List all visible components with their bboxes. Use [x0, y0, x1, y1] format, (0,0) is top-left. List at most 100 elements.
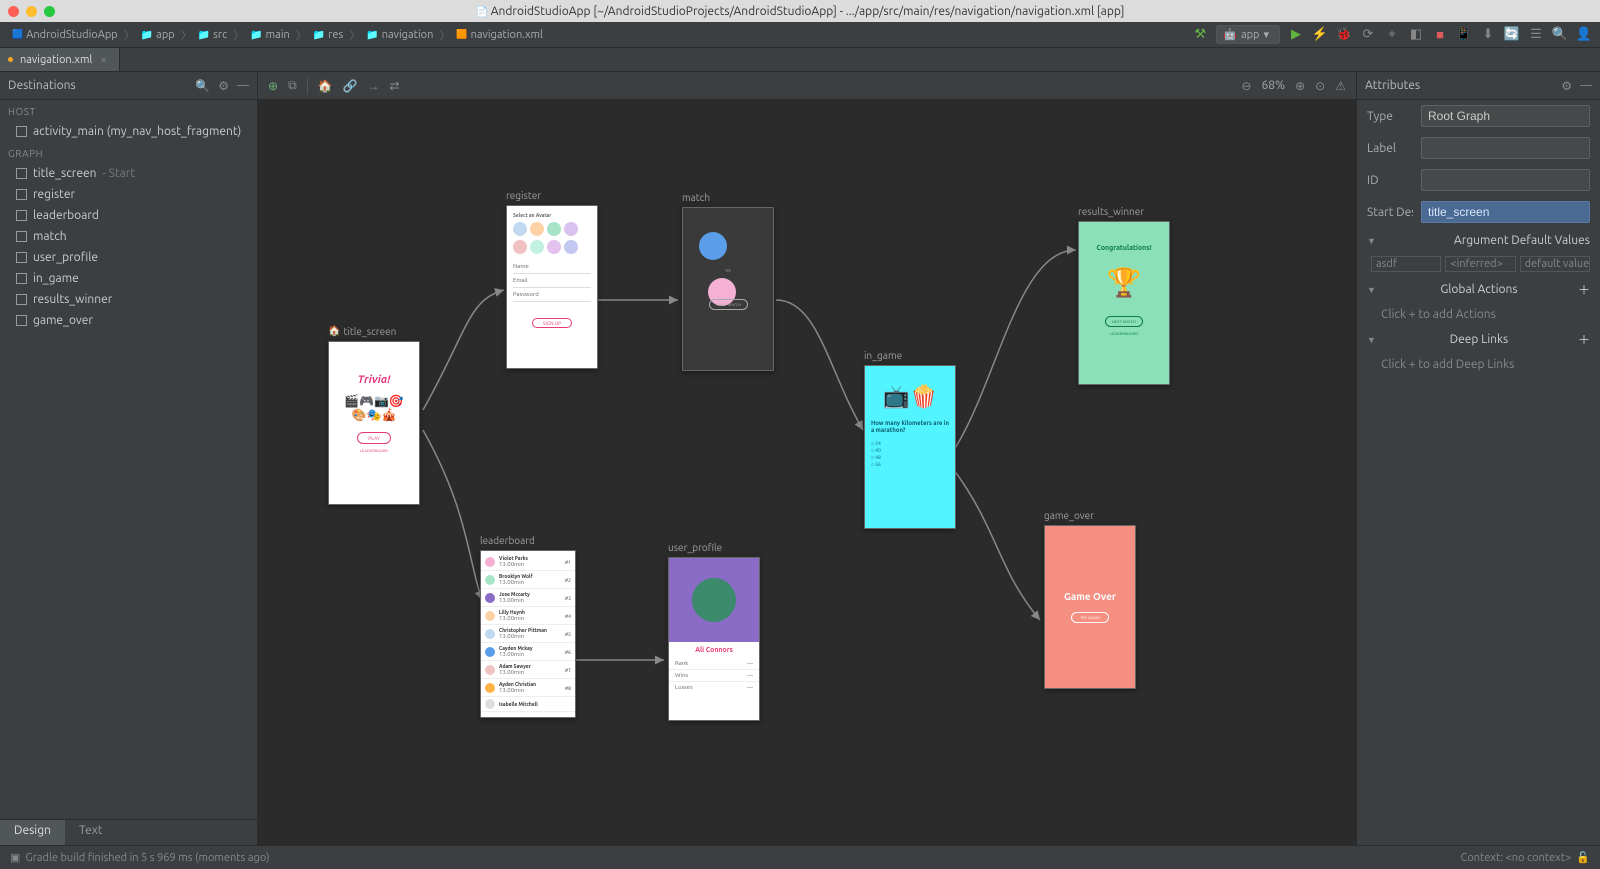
fragment-icon [16, 252, 27, 263]
minimize-panel-icon[interactable]: — [1580, 79, 1592, 93]
minimize-panel-icon[interactable]: — [237, 79, 249, 93]
debug-icon[interactable]: 🐞 [1336, 27, 1352, 43]
gear-icon[interactable]: ⚙ [218, 79, 229, 93]
add-icon[interactable]: ＋ [1578, 281, 1590, 298]
fragment-icon [16, 315, 27, 326]
run-icon[interactable]: ▶ [1288, 27, 1304, 43]
dest-leaderboard[interactable]: leaderboard [0, 205, 257, 226]
section-adv[interactable]: Argument Default Values [1357, 228, 1600, 253]
dest-user-profile[interactable]: user_profile [0, 247, 257, 268]
status-bar: ▣ Gradle build finished in 5 s 969 ms (m… [0, 845, 1600, 869]
close-tab-icon[interactable]: × [100, 54, 106, 66]
attr-start-select[interactable] [1421, 201, 1590, 223]
zoom-level: 68% [1261, 79, 1285, 92]
attr-label-input[interactable] [1421, 137, 1590, 159]
fragment-icon [16, 231, 27, 242]
editor-mode-tabs: Design Text [0, 819, 258, 845]
tab-design[interactable]: Design [0, 820, 65, 845]
deep-links-hint: Click + to add Deep Links [1357, 354, 1600, 375]
graph-section-label: GRAPH [0, 142, 257, 163]
panel-title: Attributes [1365, 79, 1420, 92]
crumb-res[interactable]: res [309, 27, 347, 43]
fit-icon[interactable]: ⊙ [1315, 79, 1325, 93]
arrow-icon[interactable]: → [368, 79, 380, 93]
context-info: Context: <no context> [1461, 852, 1572, 864]
tool-window-icon[interactable]: ▣ [10, 852, 20, 864]
panel-title: Destinations [8, 79, 76, 92]
global-actions-hint: Click + to add Actions [1357, 304, 1600, 325]
auto-arrange-icon[interactable]: ⇄ [390, 79, 400, 93]
crumb-app[interactable]: app [137, 27, 179, 43]
add-destination-icon[interactable]: ⊕ [268, 79, 278, 93]
attach-icon[interactable]: ⌖ [1384, 27, 1400, 43]
fragment-icon [16, 189, 27, 200]
tab-text[interactable]: Text [65, 820, 117, 845]
search-icon[interactable]: 🔍 [195, 79, 210, 93]
node-game-over[interactable]: game_over Game Over TRY AGAIN [1044, 510, 1136, 689]
sdk-icon[interactable]: ⬇ [1480, 27, 1496, 43]
node-match[interactable]: match vs START MATCH [682, 192, 774, 371]
warning-icon[interactable]: ⚠ [1335, 79, 1346, 93]
host-item[interactable]: activity_main (my_nav_host_fragment) [0, 121, 257, 142]
avd-icon[interactable]: 📱 [1456, 27, 1472, 43]
crumb-src[interactable]: src [194, 27, 232, 43]
crumb-project[interactable]: AndroidStudioApp [8, 27, 122, 43]
crumb-file[interactable]: navigation.xml [452, 27, 547, 43]
lock-icon[interactable]: 🔓 [1576, 852, 1590, 864]
attr-label-label: Label [1367, 142, 1413, 155]
node-in-game[interactable]: in_game 📺🍿 How many kilometers are in a … [864, 350, 956, 529]
link-icon[interactable]: 🔗 [343, 79, 358, 93]
dest-game-over[interactable]: game_over [0, 310, 257, 331]
canvas[interactable]: 🏠title_screen Trivia! 🎬🎮📷🎯🎨🎭🎪 PLAY LEADE… [258, 100, 1356, 846]
activity-icon [16, 126, 27, 137]
attr-id-label: ID [1367, 174, 1413, 187]
gear-icon[interactable]: ⚙ [1561, 79, 1572, 93]
attr-id-input[interactable] [1421, 169, 1590, 191]
navigation-editor: ⊕ ⧉ 🏠 🔗 → ⇄ ⊖ 68% ⊕ ⊙ ⚠ [258, 72, 1356, 846]
fragment-icon [16, 294, 27, 305]
zoom-out-icon[interactable]: ⊖ [1241, 79, 1251, 93]
node-results-winner[interactable]: results_winner Congratulations! 🏆 NEXT M… [1078, 206, 1170, 385]
dest-title-screen[interactable]: title_screen - Start [0, 163, 257, 184]
node-leaderboard[interactable]: leaderboard Violet Parks13.00min#1 Brook… [480, 535, 576, 718]
node-register[interactable]: register Select an Avatar Name Email Pas… [506, 190, 598, 369]
instant-run-icon[interactable]: ⚡ [1312, 27, 1328, 43]
dest-in-game[interactable]: in_game [0, 268, 257, 289]
editor-tabs: navigation.xml× [0, 48, 1600, 72]
window-title: 📄 AndroidStudioApp [~/AndroidStudioProje… [0, 5, 1600, 18]
profile-icon[interactable]: ⟳ [1360, 27, 1376, 43]
stop-icon[interactable]: ■ [1432, 27, 1448, 43]
crumb-main[interactable]: main [246, 27, 294, 43]
destinations-panel: Destinations 🔍 ⚙ — HOST activity_main (m… [0, 72, 258, 846]
dest-results-winner[interactable]: results_winner [0, 289, 257, 310]
attr-start-label: Start Destination [1367, 206, 1413, 219]
dest-register[interactable]: register [0, 184, 257, 205]
node-user-profile[interactable]: user_profile Ali Connors Rank— Wins— Los… [668, 542, 760, 721]
search-icon[interactable]: 🔍 [1552, 27, 1568, 43]
section-deep-links[interactable]: Deep Links＋ [1357, 325, 1600, 354]
fragment-icon [16, 210, 27, 221]
section-global-actions[interactable]: Global Actions＋ [1357, 275, 1600, 304]
dest-match[interactable]: match [0, 226, 257, 247]
avatar-icon[interactable]: 👤 [1576, 27, 1592, 43]
sync-icon[interactable]: 🔄 [1504, 27, 1520, 43]
attr-type-input[interactable] [1421, 105, 1590, 127]
breadcrumb: AndroidStudioApp〉 app〉 src〉 main〉 res〉 n… [8, 27, 547, 43]
home-icon[interactable]: 🏠 [318, 79, 333, 93]
add-icon[interactable]: ＋ [1578, 331, 1590, 348]
crumb-navigation[interactable]: navigation [362, 27, 437, 43]
home-icon: 🏠 [328, 325, 340, 337]
toolbar-right: ⚒ 🤖 app ▾ ▶ ⚡ 🐞 ⟳ ⌖ ◧ ■ 📱 ⬇ 🔄 ☰ 🔍 👤 [1192, 25, 1592, 44]
node-title-screen[interactable]: 🏠title_screen Trivia! 🎬🎮📷🎯🎨🎭🎪 PLAY LEADE… [328, 325, 420, 505]
run-config-select[interactable]: 🤖 app ▾ [1216, 25, 1280, 44]
zoom-in-icon[interactable]: ⊕ [1295, 79, 1305, 93]
attributes-panel: Attributes ⚙— Type Label ID Start Destin… [1356, 72, 1600, 846]
hammer-icon[interactable]: ⚒ [1192, 27, 1208, 43]
nested-graph-icon[interactable]: ⧉ [288, 79, 297, 93]
tab-navigation-xml[interactable]: navigation.xml× [0, 48, 120, 71]
fragment-icon [16, 273, 27, 284]
coverage-icon[interactable]: ◧ [1408, 27, 1424, 43]
fragment-icon [16, 168, 27, 179]
status-message: Gradle build finished in 5 s 969 ms (mom… [25, 852, 269, 864]
structure-icon[interactable]: ☰ [1528, 27, 1544, 43]
